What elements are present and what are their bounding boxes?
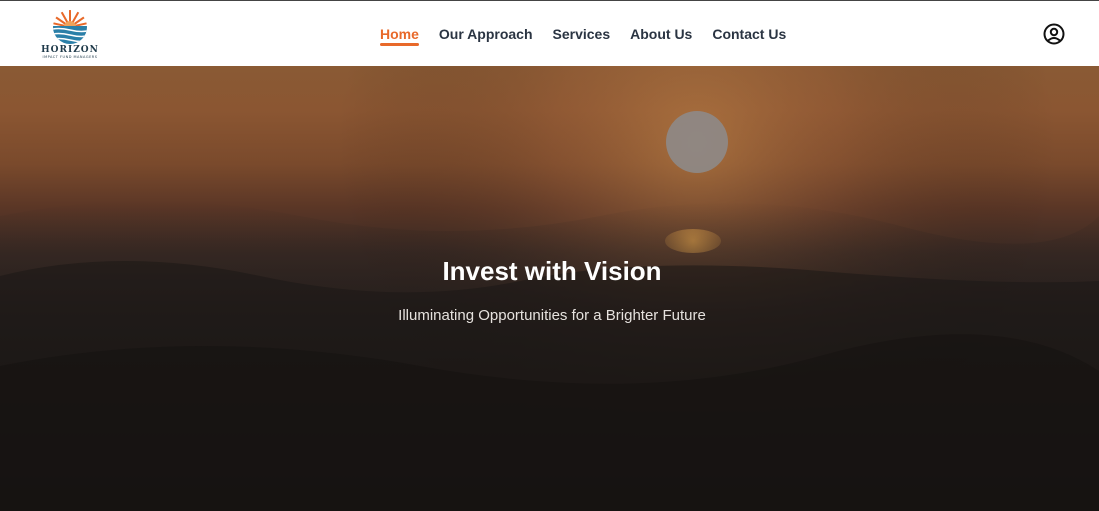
- nav-home[interactable]: Home: [380, 1, 419, 67]
- hero-section: Invest with Vision Illuminating Opportun…: [0, 66, 1099, 511]
- nav-about-us[interactable]: About Us: [630, 1, 692, 67]
- main-nav: Home Our Approach Services About Us Cont…: [380, 1, 806, 67]
- hero-title: Invest with Vision: [442, 256, 662, 286]
- logo-wordmark: HORIZON: [41, 45, 99, 55]
- horizon-logo[interactable]: HORIZON IMPACT FUND MANAGERS: [38, 7, 102, 61]
- nav-our-approach[interactable]: Our Approach: [439, 1, 533, 67]
- user-account-button[interactable]: [1043, 23, 1065, 45]
- site-header: HORIZON IMPACT FUND MANAGERS Home Our Ap…: [0, 0, 1099, 66]
- nav-services[interactable]: Services: [553, 1, 611, 67]
- hero-subtitle: Illuminating Opportunities for a Brighte…: [398, 307, 706, 324]
- nav-contact-us[interactable]: Contact Us: [712, 1, 786, 67]
- user-circle-icon: [1043, 23, 1065, 45]
- sun-waves-logo-icon: [53, 10, 87, 44]
- sunset-ocean-background: [0, 66, 1099, 511]
- logo-tagline: IMPACT FUND MANAGERS: [42, 55, 98, 59]
